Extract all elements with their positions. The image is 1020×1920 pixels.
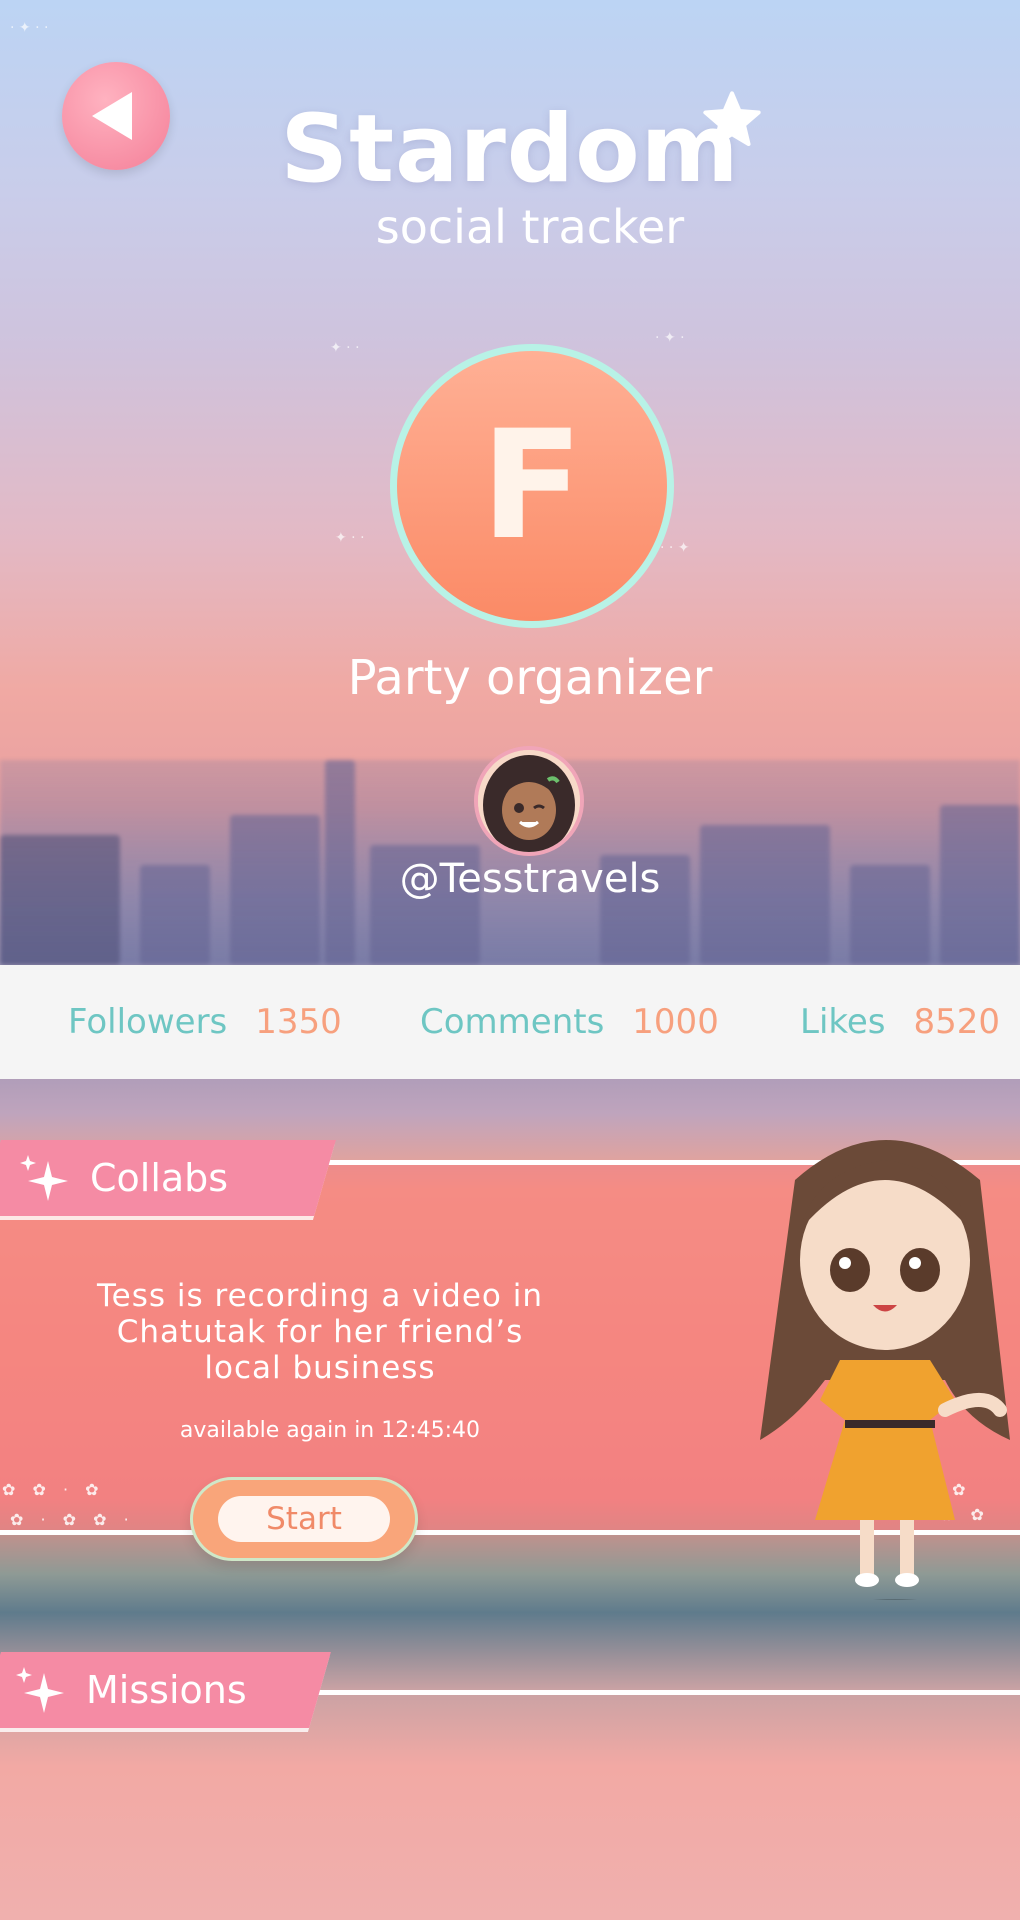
app-subtitle: social tracker — [375, 200, 685, 254]
start-button-label[interactable]: Start — [218, 1496, 390, 1542]
collab-description: Tess is recording a video in Chatutak fo… — [97, 1278, 543, 1386]
sparkle-decoration: ✦ · · — [335, 530, 365, 546]
rank-badge: F — [390, 344, 674, 628]
stat-value: 1350 — [255, 1002, 342, 1042]
stat-followers: Followers 1350 — [68, 965, 342, 1079]
sparkle-decoration: · ✦ · · — [10, 20, 49, 36]
rank-letter: F — [480, 399, 584, 573]
stat-likes: Likes 8520 — [800, 965, 1000, 1079]
collabs-title: Collabs — [90, 1156, 229, 1200]
sparkle-icon — [20, 1155, 68, 1201]
star-icon — [703, 91, 761, 146]
flower-decoration: ✿ ✿ · ✿ — [2, 1480, 105, 1499]
collabs-header: Collabs — [18, 1148, 228, 1208]
stat-comments: Comments 1000 — [420, 965, 719, 1079]
start-button[interactable]: Start — [190, 1477, 418, 1561]
sparkle-icon — [16, 1667, 64, 1713]
stat-label: Comments — [420, 1002, 605, 1042]
avatar-portrait — [478, 750, 580, 852]
avatar[interactable] — [474, 746, 584, 856]
stat-label: Likes — [800, 1002, 886, 1042]
stat-value: 1000 — [632, 1002, 719, 1042]
stat-label: Followers — [68, 1002, 228, 1042]
stats-bar: Followers 1350 Comments 1000 Likes 8520 — [0, 965, 1020, 1079]
flower-decoration: ✿ · ✿ ✿ · — [10, 1510, 135, 1529]
app-title: Stardom — [280, 95, 740, 204]
sparkle-decoration: ✦ · · — [330, 340, 360, 356]
profile-role: Party organizer — [347, 650, 713, 706]
profile-handle: @Tesstravels — [399, 856, 661, 902]
stat-value: 8520 — [913, 1002, 1001, 1042]
sparkle-decoration: · · ✦ — [660, 540, 690, 556]
missions-title: Missions — [86, 1668, 247, 1712]
collab-timer: available again in 12:45:40 — [179, 1418, 481, 1443]
character-illustration — [760, 1140, 1010, 1600]
sparkle-decoration: · ✦ · — [655, 330, 685, 346]
missions-header: Missions — [14, 1660, 247, 1720]
